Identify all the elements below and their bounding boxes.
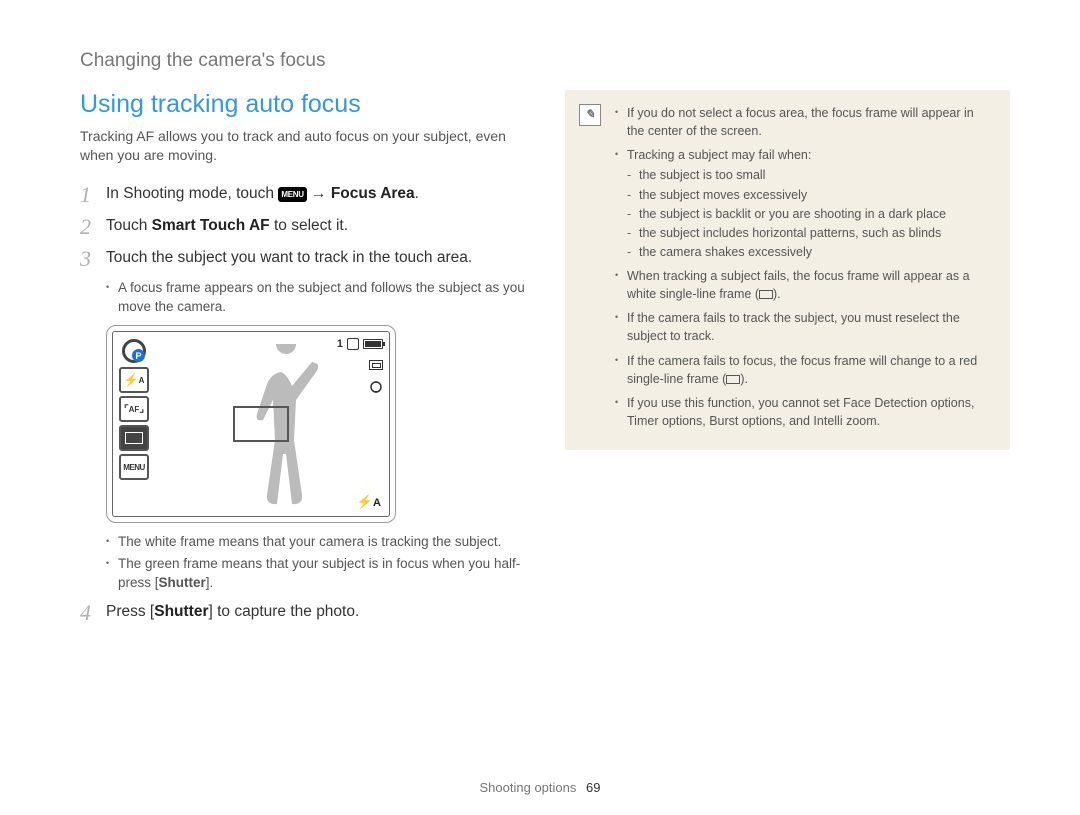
frame-icon [759, 290, 773, 299]
step-3-sub-a: A focus frame appears on the subject and… [106, 279, 535, 317]
intro-text: Tracking AF allows you to track and auto… [80, 127, 535, 165]
flash-icon: ⚡A [119, 367, 149, 393]
storage-icon [347, 338, 359, 350]
step-number: 3 [80, 247, 94, 271]
step-4-pre: Press [ [106, 603, 154, 620]
step-2: 2 Touch Smart Touch AF to select it. [80, 215, 535, 239]
status-bar: 1 [337, 338, 383, 350]
step-text: In Shooting mode, touch MENU → Focus Are… [106, 183, 535, 205]
right-column: ✎ If you do not select a focus area, the… [565, 90, 1010, 450]
step-1-post: . [415, 185, 419, 202]
arrow-icon: → [307, 185, 331, 202]
note-item: If you use this function, you cannot set… [615, 394, 994, 430]
step-text: Touch Smart Touch AF to select it. [106, 215, 535, 237]
mode-p-label: P [132, 349, 145, 362]
menu-icon: MENU [278, 187, 306, 202]
step-number: 2 [80, 215, 94, 239]
step-3-sub-c: The green frame means that your subject … [106, 555, 535, 593]
step-3: 3 Touch the subject you want to track in… [80, 247, 535, 271]
step-1-bold: Focus Area [331, 185, 415, 202]
breadcrumb: Changing the camera's focus [80, 50, 1010, 72]
step-1: 1 In Shooting mode, touch MENU → Focus A… [80, 183, 535, 207]
camera-screen: P ⚡A ⌜AF⌟ MENU 1 [106, 325, 396, 523]
note-item: If the camera fails to track the subject… [615, 309, 994, 345]
note-item: If you do not select a focus area, the f… [615, 104, 994, 140]
aspect-icon [369, 360, 383, 370]
af-icon: ⌜AF⌟ [119, 396, 149, 422]
note-subitem: the subject includes horizontal patterns… [627, 224, 994, 242]
menu-button: MENU [119, 454, 149, 480]
focus-frame [233, 406, 289, 442]
section-title: Using tracking auto focus [80, 90, 535, 119]
step-number: 4 [80, 601, 94, 625]
footer-page: 69 [586, 780, 600, 795]
note-item: When tracking a subject fails, the focus… [615, 267, 994, 303]
note-box: ✎ If you do not select a focus area, the… [565, 90, 1010, 450]
note-subitem: the subject is backlit or you are shooti… [627, 205, 994, 223]
battery-icon [363, 339, 383, 349]
step-2-post: to select it. [270, 217, 348, 234]
step-text: Touch the subject you want to track in t… [106, 247, 535, 269]
frame-icon [726, 375, 740, 384]
left-column: Using tracking auto focus Tracking AF al… [80, 90, 535, 633]
flash-indicator: ⚡A [357, 494, 381, 510]
step-4: 4 Press [Shutter] to capture the photo. [80, 601, 535, 625]
note-subitem: the subject moves excessively [627, 186, 994, 204]
step-4-bold: Shutter [154, 603, 208, 620]
shot-count: 1 [337, 338, 343, 350]
note-subitem: the camera shakes excessively [627, 243, 994, 261]
step-1-pre: In Shooting mode, touch [106, 185, 278, 202]
note-item: If the camera fails to focus, the focus … [615, 352, 994, 388]
step-4-post: ] to capture the photo. [208, 603, 359, 620]
display-icon [119, 425, 149, 451]
footer-section: Shooting options [480, 780, 577, 795]
note-icon: ✎ [579, 104, 601, 126]
step-3-sub-b: The white frame means that your camera i… [106, 533, 535, 552]
note-subitem: the subject is too small [627, 166, 994, 184]
step-2-pre: Touch [106, 217, 152, 234]
step-text: Press [Shutter] to capture the photo. [106, 601, 535, 623]
step-2-bold: Smart Touch AF [152, 217, 270, 234]
stabilizer-icon [369, 380, 383, 394]
mode-dial-icon: P [119, 338, 149, 364]
note-item: Tracking a subject may fail when: the su… [615, 146, 994, 261]
step-number: 1 [80, 183, 94, 207]
page-footer: Shooting options 69 [0, 780, 1080, 795]
